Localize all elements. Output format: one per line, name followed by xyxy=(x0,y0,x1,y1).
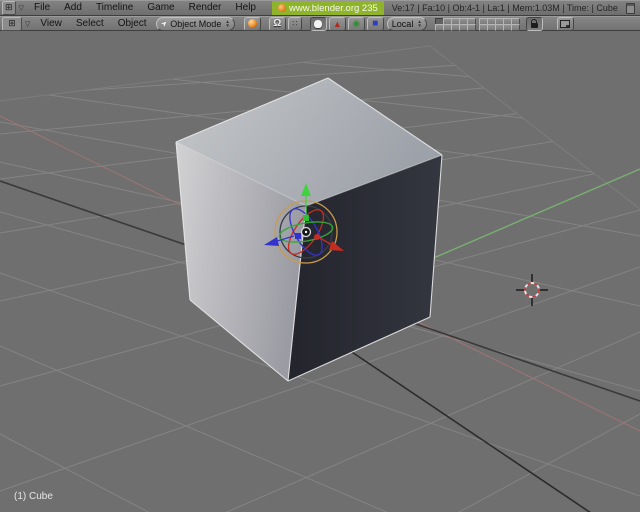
layer-20[interactable] xyxy=(510,23,520,31)
menu-file[interactable]: File xyxy=(27,1,57,15)
viewport-canvas: (1) Cube xyxy=(0,31,640,512)
viewport-header-collapse-icon[interactable]: ▽ xyxy=(22,20,33,28)
scene-stats: Ve:17 | Fa:10 | Ob:4-1 | La:1 | Mem:1.03… xyxy=(391,3,618,13)
z-handle-dot[interactable] xyxy=(303,215,309,221)
mode-dropdown[interactable]: ➤ Object Mode ▲ ▼ xyxy=(155,16,235,31)
blender-window: ⊞ ▽ File Add Timeline Game Render Help w… xyxy=(0,0,640,512)
version-text: www.blender.org 235 xyxy=(289,2,378,14)
window-icon[interactable] xyxy=(625,2,636,14)
layer-group-left xyxy=(434,17,476,31)
manipulator-center-dot xyxy=(304,230,308,234)
solid-shading-icon xyxy=(247,19,257,28)
mode-dropdown-value: Object Mode xyxy=(170,18,222,29)
info-header: ⊞ ▽ File Add Timeline Game Render Help w… xyxy=(0,0,640,16)
editor-type-button-3dview[interactable]: ⊞ xyxy=(2,16,22,31)
manipulator-toggle-button[interactable] xyxy=(309,16,327,31)
manipulator-scale-button[interactable]: ■ xyxy=(366,16,384,31)
pivot-dropdown[interactable]: Ω xyxy=(268,16,286,31)
header-collapse-icon[interactable]: ▽ xyxy=(16,4,27,12)
menu-select[interactable]: Select xyxy=(69,17,111,31)
orientation-dropdown-value: Local xyxy=(391,18,414,29)
object-mode-icon: ➤ xyxy=(158,17,170,30)
orientation-dropdown[interactable]: Local ▲ ▼ xyxy=(386,16,427,31)
3d-viewport[interactable]: (1) Cube xyxy=(0,31,640,512)
move-centers-button[interactable]: ∷ xyxy=(287,16,302,31)
translate-icon: ▲ xyxy=(332,18,342,29)
view-name-label: (1) Cube xyxy=(14,491,53,502)
viewport-header: ⊞ ▽ View Select Object ➤ Object Mode ▲ ▼ … xyxy=(0,16,640,31)
lock-layers-button[interactable] xyxy=(525,16,543,31)
menu-view[interactable]: View xyxy=(33,17,69,31)
centers-icon: ∷ xyxy=(292,19,298,28)
lock-icon xyxy=(530,18,538,28)
manipulator-translate-button[interactable]: ▲ xyxy=(328,16,346,31)
menu-render[interactable]: Render xyxy=(182,1,229,15)
layer-buttons xyxy=(434,17,523,31)
pivot-icon: Ω xyxy=(273,18,282,29)
x-handle-dot[interactable] xyxy=(295,233,301,239)
menu-game[interactable]: Game xyxy=(140,1,181,15)
render-window-icon xyxy=(560,19,571,28)
editor-type-button-info[interactable]: ⊞ xyxy=(2,1,16,15)
dropdown-spinner-icon: ▲ ▼ xyxy=(225,19,230,28)
hand-icon xyxy=(314,19,323,28)
rotate-icon: ◉ xyxy=(352,18,361,28)
dropdown-spinner-icon: ▲ ▼ xyxy=(417,19,422,28)
render-border-button[interactable] xyxy=(556,16,574,31)
menu-timeline[interactable]: Timeline xyxy=(89,1,140,15)
layer-group-right xyxy=(478,17,520,31)
blender-logo-icon xyxy=(278,4,287,12)
version-badge[interactable]: www.blender.org 235 xyxy=(272,1,384,15)
layer-15[interactable] xyxy=(466,23,476,31)
menu-add[interactable]: Add xyxy=(57,1,89,15)
scale-icon: ■ xyxy=(372,18,379,29)
manipulator-rotate-button[interactable]: ◉ xyxy=(347,16,365,31)
y-handle-dot[interactable] xyxy=(314,234,320,240)
draw-type-button[interactable] xyxy=(243,16,261,31)
menu-help[interactable]: Help xyxy=(228,1,263,15)
menu-object[interactable]: Object xyxy=(111,17,154,31)
